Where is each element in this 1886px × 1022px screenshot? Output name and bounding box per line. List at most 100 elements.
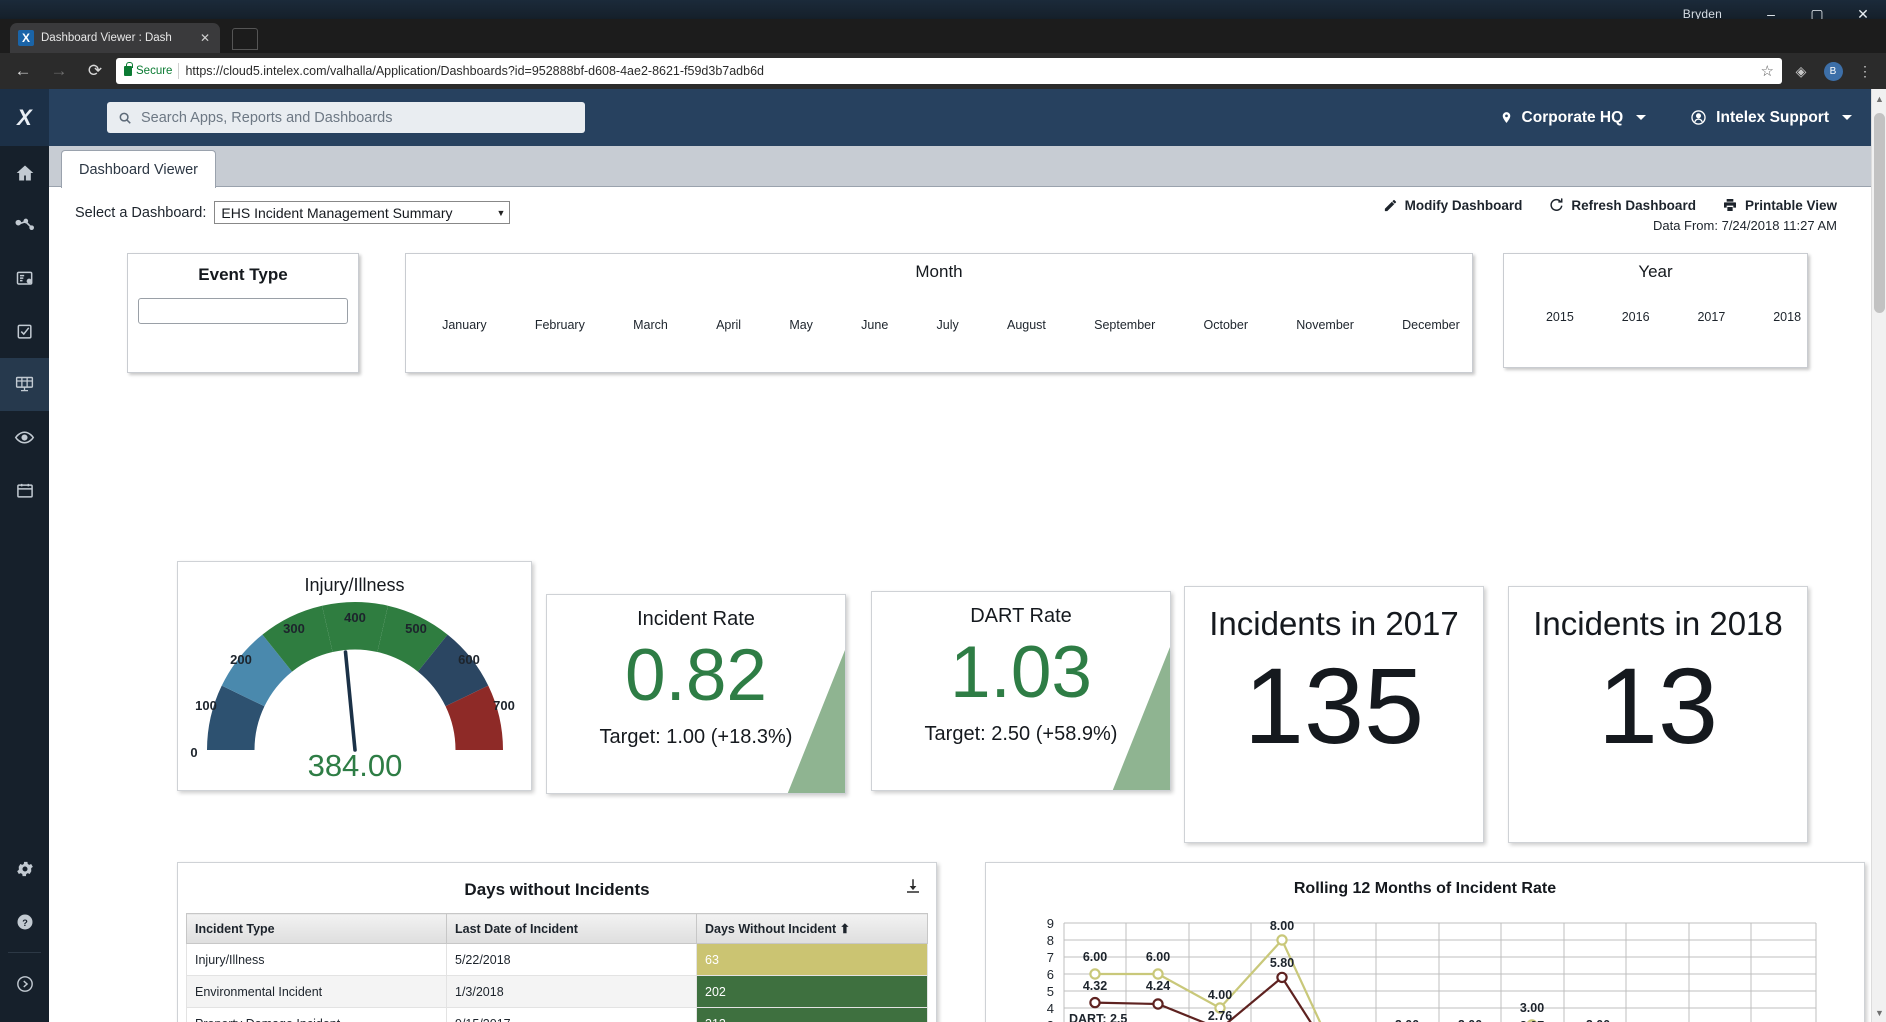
sidebar-item-home[interactable] — [0, 146, 49, 199]
year-item[interactable]: 2016 — [1622, 310, 1650, 324]
back-icon[interactable]: ← — [8, 56, 38, 86]
col-last-date[interactable]: Last Date of Incident — [446, 913, 697, 944]
y-tick: 5 — [1047, 984, 1054, 999]
month-item[interactable]: September — [1094, 318, 1155, 332]
month-filter-panel[interactable]: Month January February March April May J… — [405, 253, 1473, 373]
month-item[interactable]: May — [789, 318, 813, 332]
browser-omnibox-bar: ← → ⟳ Secure https://cloud5.intelex.com/… — [0, 53, 1886, 89]
search-input[interactable] — [141, 109, 574, 126]
month-slicer-items: January February March April May June Ju… — [418, 318, 1484, 332]
left-nav-rail: ? — [0, 89, 49, 1022]
browser-tab-strip: X Dashboard Viewer : Dash ✕ — [0, 19, 1886, 53]
point-label: 6.00 — [1146, 950, 1170, 964]
browser-menu-icon[interactable]: ⋮ — [1852, 58, 1878, 84]
printable-view-button[interactable]: Printable View — [1722, 197, 1837, 213]
sidebar-item-calendar[interactable] — [0, 464, 49, 517]
user-menu[interactable]: Intelex Support — [1690, 109, 1852, 127]
data-from-label: Data From: 7/24/2018 11:27 AM — [1652, 218, 1837, 233]
month-item[interactable]: August — [1007, 318, 1046, 332]
table-row[interactable]: Property Damage Incident 9/15/2017 312 — [186, 1007, 928, 1022]
tasks-icon — [17, 324, 32, 339]
event-type-filter-panel[interactable]: Event Type — [127, 253, 359, 373]
dashboard-icon — [15, 376, 34, 392]
sidebar-item-views[interactable] — [0, 411, 49, 464]
event-type-input[interactable] — [138, 298, 348, 324]
sidebar-item-help[interactable]: ? — [0, 895, 49, 948]
month-item[interactable]: January — [442, 318, 486, 332]
month-item[interactable]: December — [1402, 318, 1460, 332]
sidebar-item-workflow[interactable] — [0, 199, 49, 252]
dashboard-selector-group: Select a Dashboard: EHS Incident Managem… — [75, 201, 511, 224]
y-tick: 4 — [1047, 1001, 1054, 1016]
address-bar[interactable]: Secure https://cloud5.intelex.com/valhal… — [116, 58, 1782, 84]
col-incident-type[interactable]: Incident Type — [186, 913, 447, 944]
gear-icon — [16, 861, 33, 876]
col-days-without[interactable]: Days Without Incident ⬆ — [696, 913, 928, 944]
extension-icon[interactable]: ◈ — [1788, 58, 1814, 84]
tab-dashboard-viewer[interactable]: Dashboard Viewer — [61, 150, 216, 188]
browser-tab[interactable]: X Dashboard Viewer : Dash ✕ — [10, 23, 220, 53]
chevron-down-icon — [1842, 115, 1852, 120]
location-selector[interactable]: Corporate HQ — [1500, 109, 1647, 127]
y-tick: 6 — [1047, 967, 1054, 982]
dashboard-select[interactable]: EHS Incident Management Summary ▼ — [214, 201, 511, 224]
tab-close-icon[interactable]: ✕ — [198, 31, 212, 45]
month-item[interactable]: July — [937, 318, 959, 332]
global-search[interactable] — [107, 102, 585, 133]
app-logo[interactable]: X — [0, 89, 49, 146]
month-item[interactable]: February — [535, 318, 585, 332]
app-header-actions: Corporate HQ Intelex Support — [1500, 89, 1852, 146]
year-item[interactable]: 2017 — [1697, 310, 1725, 324]
gauge-tick: 700 — [493, 698, 515, 713]
gauge-title: Injury/Illness — [304, 575, 405, 595]
rolling-incident-rate-chart: 9 8 7 6 5 4 3 2 1 DART: 2.5 T — [1047, 916, 1817, 1022]
new-tab-button[interactable] — [232, 28, 258, 50]
point-label: 2.00 — [1458, 1018, 1482, 1022]
gauge-tick: 500 — [405, 621, 427, 636]
modify-dashboard-button[interactable]: Modify Dashboard — [1383, 198, 1522, 213]
rolling-incident-rate-card: Rolling 12 Months of Incident Rate 9 8 7… — [985, 862, 1865, 1022]
incident-rate-card: Incident Rate 0.82 Target: 1.00 (+18.3%) — [546, 594, 846, 794]
point-label: 4.24 — [1146, 979, 1170, 993]
bookmark-star-icon[interactable]: ☆ — [1761, 62, 1774, 80]
reload-icon[interactable]: ⟳ — [80, 56, 110, 86]
injury-illness-gauge-card: Injury/Illness 0 100 200 300 400 500 600… — [177, 561, 532, 791]
point-label: 4.00 — [1208, 988, 1232, 1002]
incidents-2018-value: 13 — [1597, 645, 1719, 766]
calendar-icon — [16, 483, 33, 498]
download-button[interactable] — [904, 877, 922, 900]
month-item[interactable]: March — [633, 318, 668, 332]
scroll-up-arrow-icon[interactable]: ▲ — [1875, 94, 1884, 104]
scroll-down-arrow-icon[interactable]: ▼ — [1875, 1008, 1884, 1018]
sidebar-item-forms[interactable] — [0, 252, 49, 305]
month-item[interactable]: October — [1204, 318, 1248, 332]
rail-divider — [8, 952, 41, 953]
user-label: Intelex Support — [1716, 108, 1829, 126]
security-indicator: Secure — [124, 62, 172, 77]
profile-avatar[interactable]: B — [1820, 58, 1846, 84]
page-scrollbar[interactable]: ▲ ▼ — [1871, 89, 1886, 1022]
days-without-incidents-title: Days without Incidents — [464, 880, 650, 899]
cell-incident-type: Property Damage Incident — [186, 1007, 447, 1022]
rolling-chart-title: Rolling 12 Months of Incident Rate — [1293, 880, 1557, 897]
year-item[interactable]: 2018 — [1773, 310, 1801, 324]
month-item[interactable]: June — [861, 318, 888, 332]
sidebar-item-settings[interactable] — [0, 842, 49, 895]
month-item[interactable]: April — [716, 318, 741, 332]
forward-icon[interactable]: → — [44, 56, 74, 86]
printable-view-label: Printable View — [1744, 197, 1837, 213]
app-header-bar: Corporate HQ Intelex Support — [49, 89, 1886, 146]
scrollbar-thumb[interactable] — [1874, 113, 1885, 313]
location-label: Corporate HQ — [1521, 108, 1624, 126]
sidebar-item-dashboards[interactable] — [0, 358, 49, 411]
refresh-dashboard-button[interactable]: Refresh Dashboard — [1548, 197, 1696, 213]
table-row[interactable]: Environmental Incident 1/3/2018 202 — [186, 975, 928, 1008]
year-item[interactable]: 2015 — [1546, 310, 1574, 324]
browser-window: Bryden – ▢ ✕ X Dashboard Viewer : Dash ✕… — [0, 0, 1886, 1022]
month-item[interactable]: November — [1296, 318, 1354, 332]
sidebar-item-expand[interactable] — [0, 957, 49, 1010]
sidebar-item-tasks[interactable] — [0, 305, 49, 358]
year-filter-panel[interactable]: Year 2015 2016 2017 2018 — [1503, 253, 1808, 368]
table-row[interactable]: Injury/Illness 5/22/2018 63 — [186, 943, 928, 976]
cell-days-without: 312 — [696, 1007, 928, 1022]
